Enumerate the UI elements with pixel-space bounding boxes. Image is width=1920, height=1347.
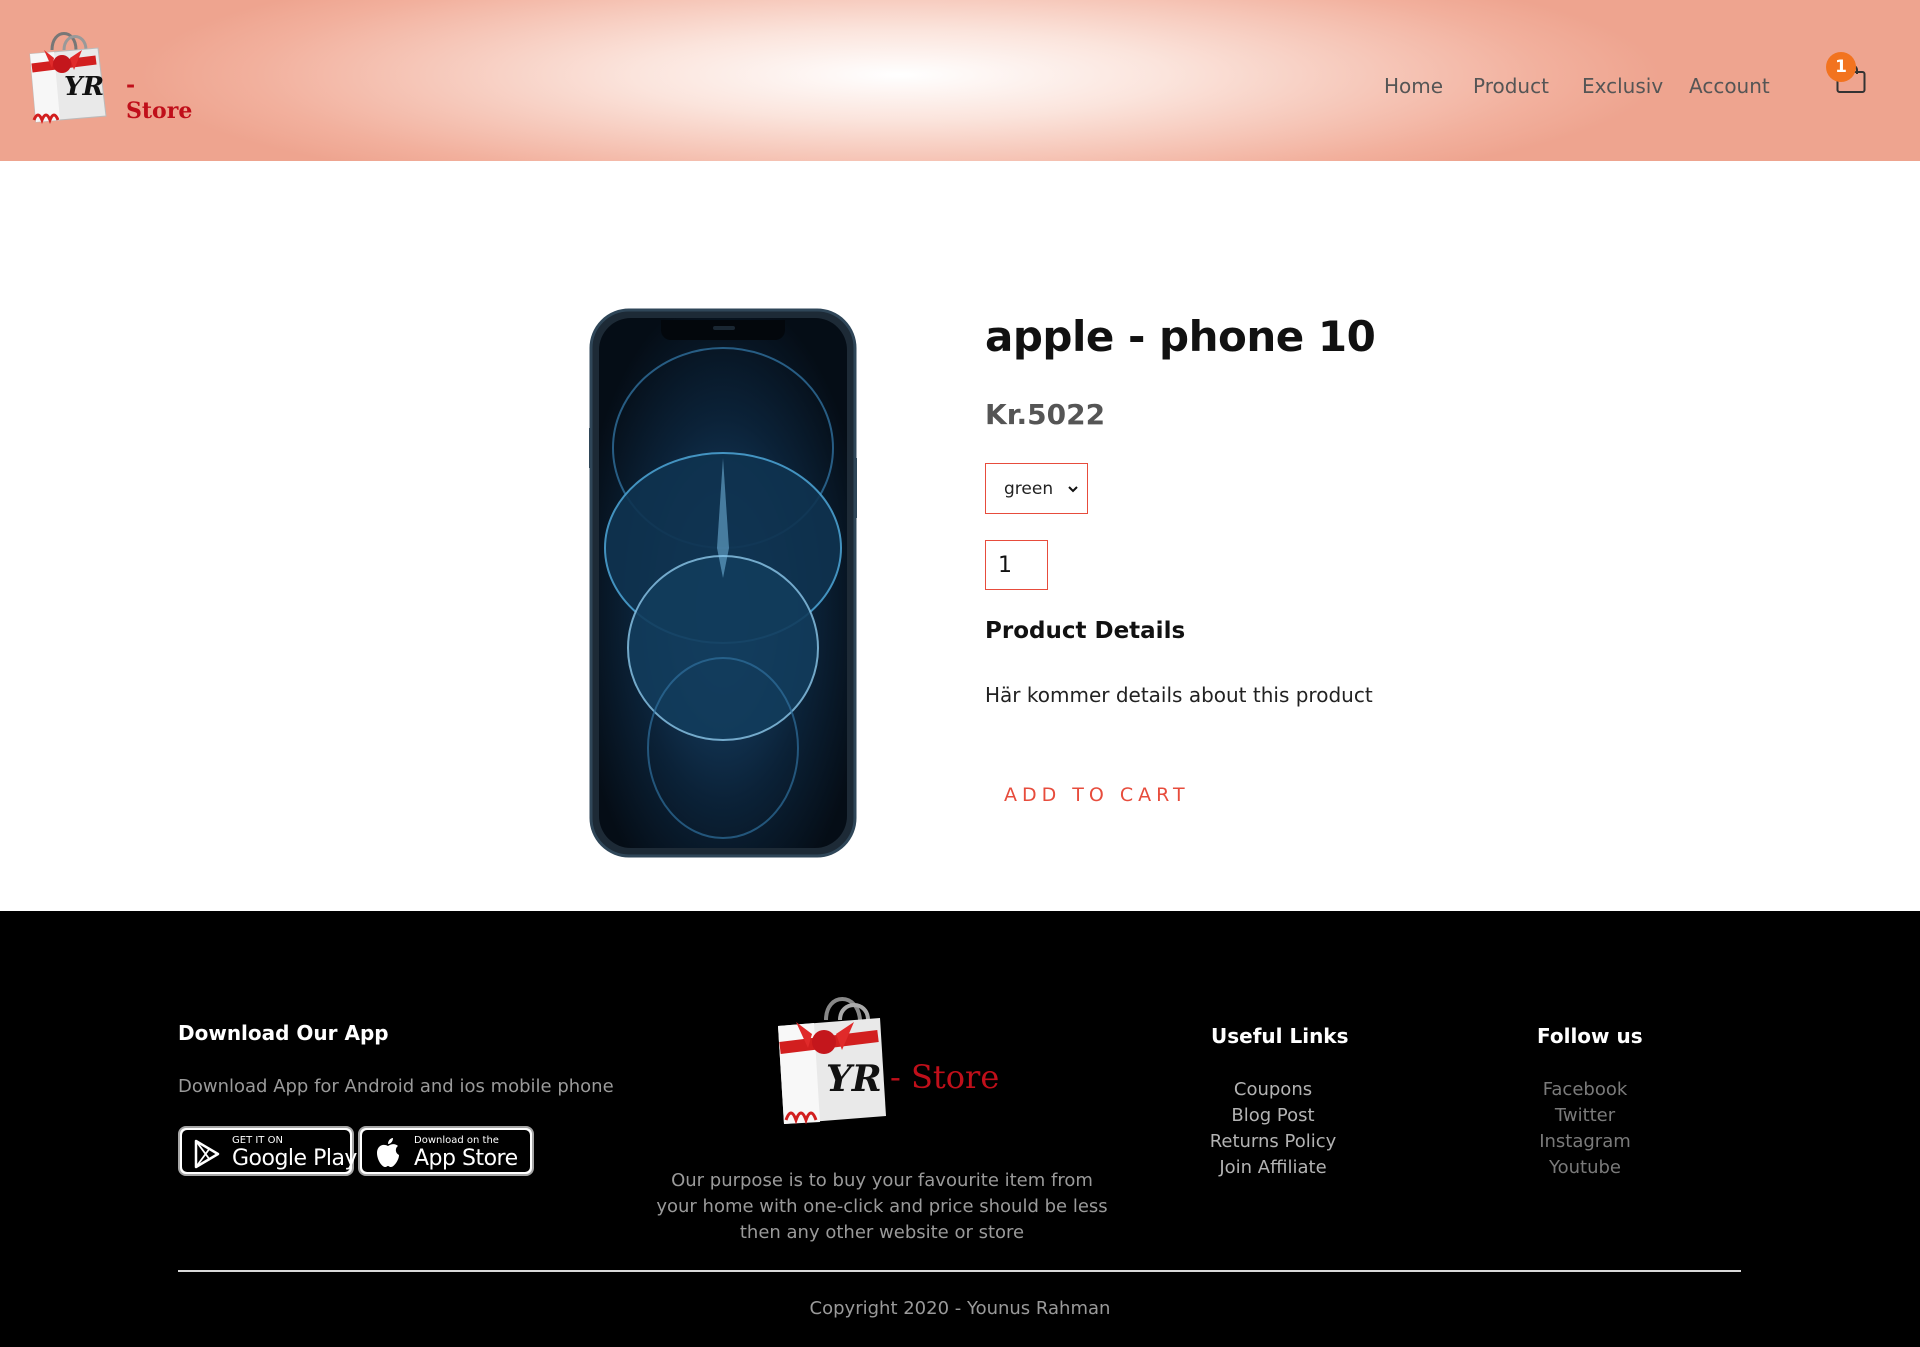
apple-icon <box>377 1138 399 1167</box>
useful-links-list: Coupons Blog Post Returns Policy Join Af… <box>1188 1077 1358 1181</box>
app-store-badge[interactable]: Download on the App Store <box>358 1126 534 1176</box>
download-app-text: Download App for Android and ios mobile … <box>178 1076 614 1097</box>
quantity-input[interactable] <box>985 540 1048 590</box>
app-store-badge-body: Download on the App Store <box>362 1130 530 1172</box>
product-title: apple - phone 10 <box>985 312 1376 361</box>
footer-logo-text: - Store <box>890 1058 1000 1096</box>
product-image <box>589 308 857 858</box>
follow-link-youtube[interactable]: Youtube <box>1510 1155 1660 1181</box>
site-header: YR - Store Home Product Exclusiv Account… <box>0 0 1920 161</box>
footer-divider <box>178 1270 1741 1272</box>
follow-link-instagram[interactable]: Instagram <box>1510 1129 1660 1155</box>
copyright-text: Copyright 2020 - Younus Rahman <box>809 1298 1111 1319</box>
nav-exclusiv-link[interactable]: Exclusiv <box>1582 74 1663 98</box>
follow-link-facebook[interactable]: Facebook <box>1510 1077 1660 1103</box>
useful-link-blog-post[interactable]: Blog Post <box>1188 1103 1358 1129</box>
follow-us-heading: Follow us <box>1537 1024 1643 1048</box>
logo-text: - Store <box>126 72 193 124</box>
add-to-cart-button[interactable]: ADD TO CART <box>985 774 1205 816</box>
google-play-icon <box>194 1139 220 1169</box>
cart-count-badge: 1 <box>1826 52 1856 82</box>
google-play-small-text: GET IT ON <box>232 1135 283 1146</box>
footer-logo-mark: YR <box>826 1058 882 1100</box>
useful-link-join-affiliate[interactable]: Join Affiliate <box>1188 1155 1358 1181</box>
app-store-small-text: Download on the <box>414 1135 499 1146</box>
useful-link-coupons[interactable]: Coupons <box>1188 1077 1358 1103</box>
nav-product-link[interactable]: Product <box>1473 74 1549 98</box>
follow-us-list: Facebook Twitter Instagram Youtube <box>1510 1077 1660 1181</box>
useful-link-returns-policy[interactable]: Returns Policy <box>1188 1129 1358 1155</box>
color-select-value: green <box>1004 478 1054 499</box>
app-store-big-text: App Store <box>414 1146 518 1171</box>
useful-links-heading: Useful Links <box>1211 1024 1349 1048</box>
google-play-badge-body: GET IT ON Google Play <box>182 1130 357 1172</box>
follow-link-twitter[interactable]: Twitter <box>1510 1103 1660 1129</box>
google-play-badge[interactable]: GET IT ON Google Play <box>178 1126 357 1176</box>
store-logo[interactable]: YR - Store <box>24 24 192 128</box>
product-price: Kr.5022 <box>985 398 1106 431</box>
google-play-big-text: Google Play <box>232 1146 357 1171</box>
color-select[interactable]: green <box>985 463 1088 514</box>
product-details-text: Här kommer details about this product <box>985 683 1373 707</box>
download-app-heading: Download Our App <box>178 1021 389 1045</box>
nav-home-link[interactable]: Home <box>1384 74 1443 98</box>
logo-mark: YR <box>64 72 105 102</box>
footer-purpose-text: Our purpose is to buy your favourite ite… <box>656 1170 1108 1243</box>
nav-account-link[interactable]: Account <box>1689 74 1770 98</box>
chevron-down-icon <box>1068 486 1078 493</box>
product-details-heading: Product Details <box>985 618 1186 644</box>
